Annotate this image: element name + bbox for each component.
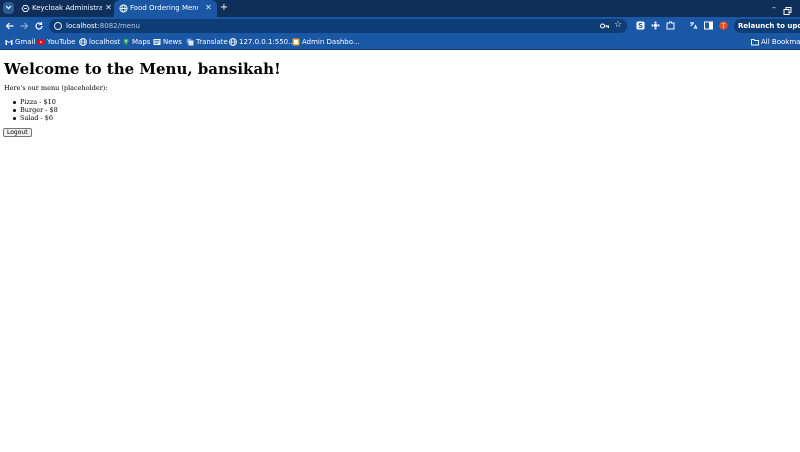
svg-text:S: S [638, 22, 643, 30]
restore-button[interactable] [782, 2, 792, 15]
globe-icon [229, 38, 237, 46]
maps-icon [123, 38, 129, 46]
forward-arrow-icon [20, 22, 29, 30]
folder-icon [751, 39, 759, 46]
youtube-icon [37, 39, 45, 45]
close-icon[interactable]: ✕ [104, 3, 113, 12]
plus-icon: + [219, 2, 229, 13]
menu-item: Salad - $6 [12, 114, 58, 122]
logout-button[interactable]: Logout [3, 128, 32, 137]
keycloak-icon [21, 5, 30, 12]
tab-title: Keycloak Administratio [32, 4, 102, 12]
gmail-icon [5, 39, 13, 45]
back-arrow-icon [5, 22, 14, 30]
svg-text:T: T [721, 23, 726, 30]
globe-icon [79, 38, 87, 46]
admin-icon [292, 38, 300, 46]
menu-item: Pizza - $10 [12, 98, 58, 106]
browser-toolbar: localhost:8082/menu ☆ S T Relaunch to up… [0, 17, 800, 35]
bookmarks-bar: Gmail YouTube localhost Maps News G Tran… [0, 35, 800, 50]
menu-item: Burger - $8 [12, 106, 58, 114]
forward-button[interactable] [18, 20, 30, 32]
tab-strip: Keycloak Administratio ✕ Food Ordering M… [0, 0, 800, 17]
extension-flower-icon[interactable] [651, 21, 660, 30]
news-icon [153, 39, 161, 45]
restore-icon [783, 7, 792, 15]
close-icon[interactable]: ✕ [204, 3, 213, 12]
tab-keycloak-administration[interactable]: Keycloak Administratio ✕ [16, 0, 114, 17]
extension-s-icon[interactable]: S [636, 21, 645, 30]
url-text[interactable]: localhost:8082/menu [66, 21, 140, 31]
translate-page-icon[interactable] [689, 21, 698, 30]
address-bar[interactable]: localhost:8082/menu ☆ [49, 19, 627, 33]
tab-search-button[interactable] [3, 2, 14, 14]
minimize-button[interactable]: – [769, 2, 779, 14]
profile-avatar-icon[interactable]: T [719, 21, 728, 30]
minimize-icon: – [772, 3, 776, 12]
reload-button[interactable] [33, 20, 45, 32]
menu-intro-text: Here's our menu (placeholder): [4, 84, 108, 92]
tab-food-ordering-menu[interactable]: Food Ordering Menu ✕ [114, 0, 217, 17]
relaunch-label: Relaunch to update [738, 22, 800, 30]
reload-icon [35, 22, 43, 30]
svg-text:G: G [187, 39, 190, 44]
page-title: Welcome to the Menu, bansikah! [4, 60, 281, 78]
relaunch-to-update-button[interactable]: Relaunch to update [734, 19, 800, 33]
chevron-down-icon [5, 5, 12, 10]
site-info-icon[interactable] [54, 22, 62, 30]
globe-icon [119, 4, 128, 13]
page-content: Welcome to the Menu, bansikah! Here's ou… [0, 51, 800, 452]
extensions-puzzle-icon[interactable] [666, 21, 675, 30]
menu-list: Pizza - $10 Burger - $8 Salad - $6 [12, 98, 58, 122]
side-panel-icon[interactable] [704, 21, 713, 30]
bookmark-star-icon[interactable]: ☆ [614, 20, 622, 31]
translate-icon: G [186, 38, 194, 46]
tab-title: Food Ordering Menu [130, 4, 198, 12]
back-button[interactable] [4, 20, 16, 32]
new-tab-button[interactable]: + [219, 2, 229, 14]
password-key-icon[interactable] [600, 22, 609, 30]
